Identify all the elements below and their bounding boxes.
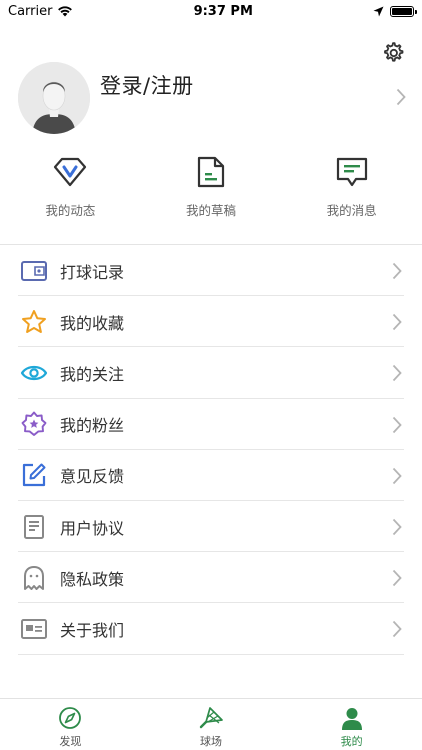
quick-icon-wrap xyxy=(52,155,88,189)
wifi-icon xyxy=(58,6,73,17)
shuttlecock-icon xyxy=(199,707,223,729)
quick-actions: 我的动态 我的草稿 我的消息 xyxy=(0,155,422,221)
menu-item-feedback[interactable]: 意见反馈 xyxy=(0,450,422,502)
document-icon xyxy=(24,514,44,539)
menu-item-privacy-policy[interactable]: 隐私政策 xyxy=(0,552,422,604)
quick-item-my-drafts[interactable]: 我的草稿 xyxy=(141,155,282,221)
badge-star-icon xyxy=(21,411,47,437)
menu-icon-wrap xyxy=(19,358,49,388)
quick-icon-wrap xyxy=(193,155,229,189)
tab-label: 我的 xyxy=(340,735,363,748)
chevron-right-icon xyxy=(392,262,402,280)
profile-header[interactable]: 登录/注册 xyxy=(18,60,408,136)
status-bar: Carrier 9:37 PM xyxy=(0,0,422,22)
tab-mine[interactable]: 我的 xyxy=(281,699,422,750)
menu-icon-wrap xyxy=(19,563,49,593)
menu-label: 意见反馈 xyxy=(60,467,125,487)
message-icon xyxy=(336,157,367,187)
chevron-right-icon xyxy=(392,570,402,587)
avatar xyxy=(18,62,90,134)
menu-item-following[interactable]: 我的关注 xyxy=(0,347,422,399)
quick-label-my-messages: 我的消息 xyxy=(326,203,377,218)
draft-file-icon xyxy=(197,156,225,188)
chevron-right-icon xyxy=(392,467,402,484)
menu-icon-wrap xyxy=(19,307,49,337)
menu-item-play-records[interactable]: 打球记录 xyxy=(0,245,422,297)
menu-item-about-us[interactable]: 关于我们 xyxy=(0,603,422,655)
menu-icon-wrap xyxy=(19,256,49,286)
status-right xyxy=(373,5,417,17)
star-icon xyxy=(22,309,46,333)
menu-label: 我的关注 xyxy=(60,364,125,384)
menu-icon-wrap xyxy=(19,614,49,644)
menu-label: 我的收藏 xyxy=(60,313,125,333)
battery-fill xyxy=(391,7,412,15)
chevron-right-icon xyxy=(392,518,402,536)
menu-label: 我的粉丝 xyxy=(60,416,125,436)
default-avatar-icon xyxy=(18,62,90,134)
menu-label: 打球记录 xyxy=(60,262,125,282)
tab-label: 球场 xyxy=(200,735,222,748)
location-arrow-icon xyxy=(373,6,384,16)
status-time: 9:37 PM xyxy=(193,3,253,19)
ghost-icon xyxy=(24,565,44,590)
quick-label-my-posts: 我的动态 xyxy=(45,203,96,218)
video-camera-icon xyxy=(21,260,47,281)
menu-item-fans[interactable]: 我的粉丝 xyxy=(0,399,422,450)
menu-icon-wrap xyxy=(19,409,49,439)
person-icon xyxy=(341,708,362,730)
quick-item-my-posts[interactable]: 我的动态 xyxy=(0,155,141,221)
quick-label-my-drafts: 我的草稿 xyxy=(186,203,237,218)
menu-list: 打球记录 我的收藏 我的关注 我的粉丝 意见反馈 用户协议 隐私政策 关于我们 xyxy=(0,245,422,655)
quick-icon-wrap xyxy=(334,155,370,189)
eye-icon xyxy=(20,365,48,381)
menu-icon-wrap xyxy=(19,512,49,542)
chevron-right-icon xyxy=(392,365,402,382)
quick-item-my-messages[interactable]: 我的消息 xyxy=(281,155,422,221)
carrier-label: Carrier xyxy=(8,3,53,19)
chevron-right-icon xyxy=(392,314,402,331)
id-card-icon xyxy=(21,618,47,639)
chevron-right-icon xyxy=(392,416,402,433)
menu-item-user-agreement[interactable]: 用户协议 xyxy=(0,501,422,553)
chevron-right-icon xyxy=(396,88,406,106)
tab-discover[interactable]: 发现 xyxy=(0,699,141,750)
battery-icon xyxy=(389,5,417,17)
menu-icon-wrap xyxy=(19,460,49,490)
diamond-v-icon xyxy=(54,157,87,187)
tab-courts[interactable]: 球场 xyxy=(141,699,282,750)
menu-label: 用户协议 xyxy=(60,518,125,538)
status-left: Carrier xyxy=(8,4,73,19)
menu-label: 关于我们 xyxy=(60,620,125,640)
chevron-right-icon xyxy=(392,621,402,638)
login-register-label: 登录/注册 xyxy=(100,74,194,98)
tab-bar: 发现 球场 我的 xyxy=(0,698,422,750)
menu-label: 隐私政策 xyxy=(60,569,125,589)
compass-icon xyxy=(59,707,82,729)
edit-icon xyxy=(22,463,46,487)
menu-item-favorites[interactable]: 我的收藏 xyxy=(0,296,422,348)
tab-label: 发现 xyxy=(59,735,82,748)
